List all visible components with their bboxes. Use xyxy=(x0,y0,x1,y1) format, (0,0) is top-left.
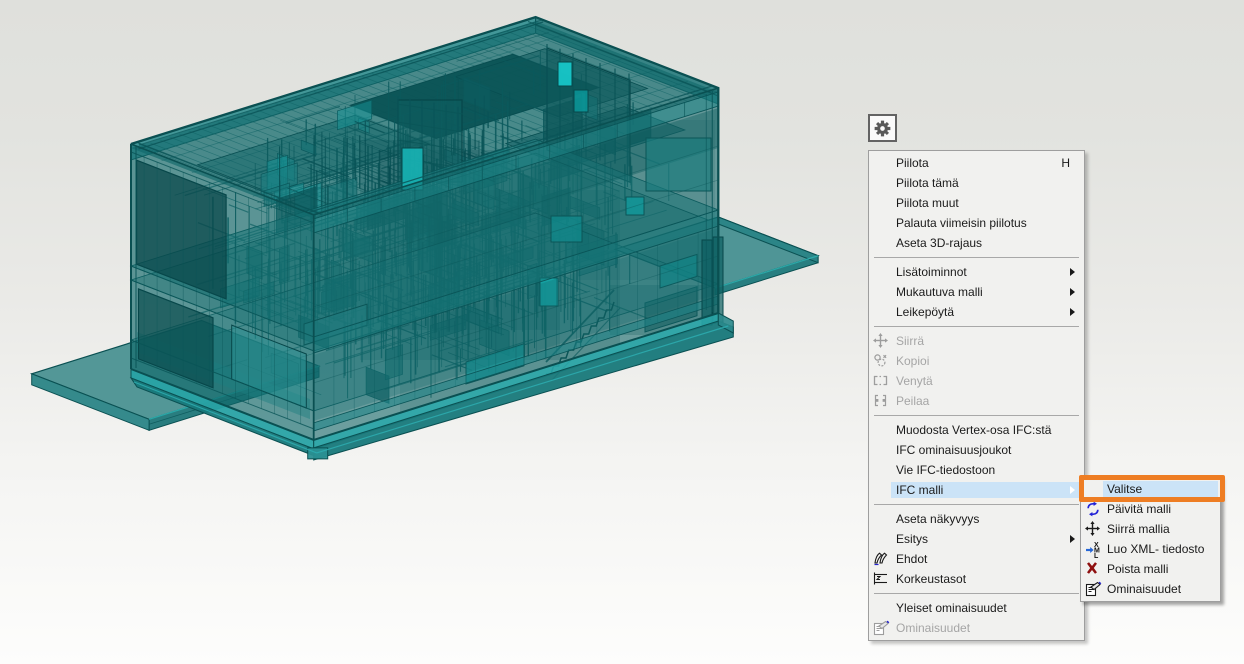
svg-text:L: L xyxy=(1094,553,1099,558)
